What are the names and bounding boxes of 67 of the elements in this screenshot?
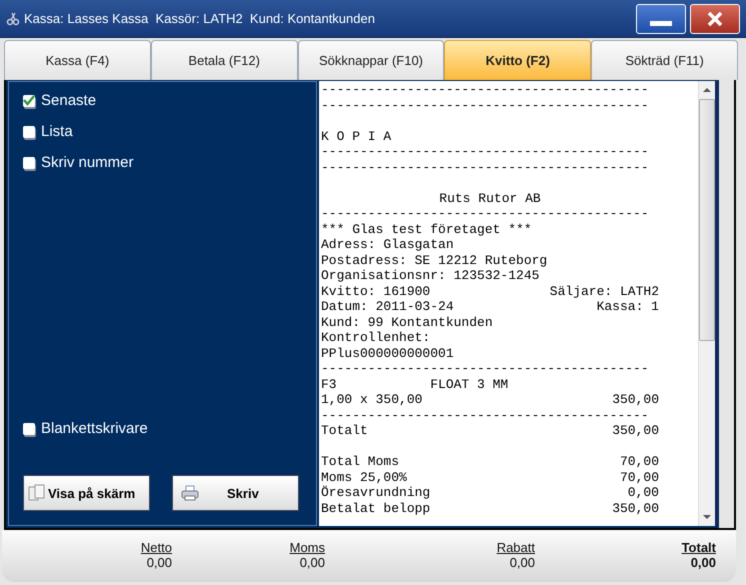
receipt-value: 350,00	[612, 423, 659, 438]
total-label: Netto	[140, 540, 172, 555]
receipt-line: *** Glas test företaget ***	[321, 222, 532, 237]
scissors-icon	[6, 12, 20, 26]
receipt-line: Organisationsnr: 123532-1245	[321, 268, 540, 284]
print-button[interactable]: Skriv	[172, 475, 299, 511]
scroll-up-icon[interactable]	[703, 87, 711, 93]
receipt-line: F3 FLOAT 3 MM	[321, 376, 508, 392]
window-title: Kassa: Lasses Kassa Kassör: LATH2 Kund: Kontantkunden	[24, 11, 375, 26]
total-label: Rabatt	[496, 540, 535, 555]
receipt-line: Postadress: SE 12212 Ruteborg	[321, 252, 548, 268]
receipt-line: Totalt	[321, 423, 368, 438]
printer-icon	[181, 485, 199, 501]
total-value: 0,00	[146, 555, 172, 570]
checkbox-label[interactable]: Skriv nummer	[41, 154, 134, 171]
receipt-value: 70,00	[620, 454, 659, 470]
show-on-screen-button[interactable]: Visa på skärm	[23, 475, 150, 511]
receipt-line: Datum: 2011-03-24	[321, 299, 454, 314]
checkbox[interactable]	[23, 126, 35, 138]
receipt-line: Betalat belopp	[321, 500, 430, 516]
tab[interactable]: Kvitto (F2)	[444, 40, 592, 80]
receipt-line: 1,00 x 350,00	[321, 392, 422, 408]
receipt-line: Total Moms	[321, 454, 400, 470]
receipt-line: K O P I A	[321, 128, 392, 144]
receipt-line: PPlus000000000001	[321, 346, 454, 361]
scroll-down-icon[interactable]	[703, 514, 711, 520]
receipt-value: 350,00	[612, 392, 659, 408]
minimize-button[interactable]	[636, 4, 686, 34]
checkbox[interactable]	[23, 156, 35, 168]
tab[interactable]: Betala (F12)	[150, 40, 298, 80]
receipt-line: ------------------------------------------	[321, 206, 649, 222]
tab[interactable]: Sökträd (F11)	[591, 40, 738, 80]
checkbox-label[interactable]: Lista	[41, 123, 73, 140]
tab[interactable]: Sökknappar (F10)	[298, 40, 444, 80]
receipt-value: 350,00	[612, 500, 659, 516]
close-icon	[707, 10, 723, 26]
total-value: 0,00	[300, 555, 325, 570]
document-icon	[28, 484, 46, 502]
total-value: 0,00	[510, 555, 535, 570]
receipt-value: Kassa: 1	[596, 299, 659, 314]
scroll-thumb[interactable]	[699, 99, 715, 341]
total-value: 0,00	[690, 555, 716, 570]
receipt-line: Kvitto: 161900	[321, 284, 430, 299]
receipt-line: ------------------------------------------	[321, 144, 649, 160]
checkbox-label[interactable]: Senaste	[41, 92, 96, 109]
checkbox[interactable]	[23, 422, 35, 434]
minimize-icon	[650, 20, 672, 26]
tab[interactable]: Kassa (F4)	[4, 40, 151, 80]
receipt-line: Kund: 99 Kontantkunden	[321, 314, 493, 330]
receipt-line: ------------------------------------------	[321, 408, 649, 423]
total-label: Totalt	[682, 540, 716, 555]
receipt-line: ------------------------------------------	[321, 82, 649, 98]
receipt-line: ------------------------------------------	[321, 361, 649, 376]
receipt-line: Öresavrundning	[321, 485, 430, 500]
receipt-value: 0,00	[628, 485, 659, 500]
checkbox[interactable]	[23, 94, 35, 106]
receipt-line: ------------------------------------------	[321, 160, 649, 175]
receipt-line: Moms 25,00%	[321, 470, 407, 485]
receipt-line: ------------------------------------------	[321, 98, 649, 113]
receipt-line: Kontrollenhet:	[321, 330, 430, 346]
receipt-line: Ruts Rutor AB	[439, 190, 541, 206]
receipt-value: Säljare: LATH2	[550, 284, 659, 299]
checkbox-label[interactable]: Blankettskrivare	[41, 420, 148, 437]
close-button[interactable]	[690, 4, 740, 34]
total-label: Moms	[290, 540, 325, 555]
receipt-value: 70,00	[620, 470, 659, 485]
receipt-line: Adress: Glasgatan	[321, 237, 454, 252]
